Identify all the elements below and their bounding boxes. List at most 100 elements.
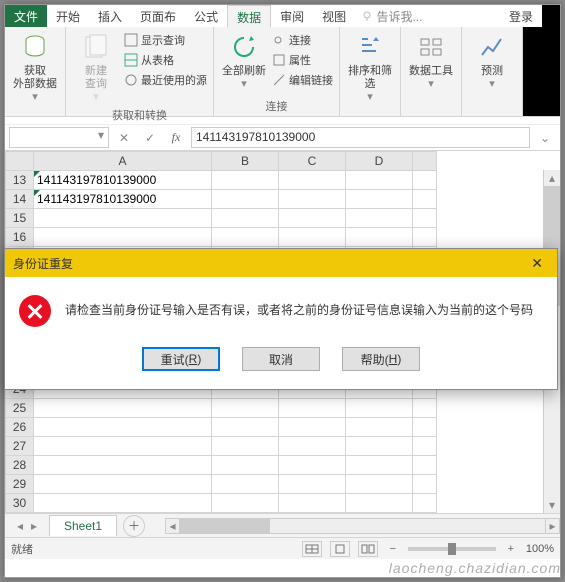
cell[interactable] [346, 209, 413, 228]
cell[interactable] [413, 171, 437, 190]
cell[interactable] [413, 494, 437, 513]
table-row[interactable]: 14141143197810139000 [6, 190, 437, 209]
cell[interactable] [413, 399, 437, 418]
scroll-up-arrow-icon[interactable]: ▴ [544, 170, 560, 186]
dialog-close-button[interactable]: ✕ [525, 255, 549, 272]
table-row[interactable]: 25 [6, 399, 437, 418]
refresh-all-button[interactable]: 全部刷新 ▾ [220, 31, 268, 91]
cell[interactable] [279, 171, 346, 190]
row-header[interactable]: 16 [6, 228, 34, 247]
column-header-partial[interactable] [413, 152, 437, 171]
cell[interactable] [346, 456, 413, 475]
cell[interactable] [279, 399, 346, 418]
cell[interactable] [279, 494, 346, 513]
cell[interactable] [212, 494, 279, 513]
row-header[interactable]: 29 [6, 475, 34, 494]
scroll-right-arrow-icon[interactable]: ▸ [545, 519, 559, 533]
cell[interactable] [34, 209, 212, 228]
cell[interactable] [279, 475, 346, 494]
horizontal-scrollbar[interactable]: ◂ ▸ [165, 518, 560, 534]
column-header-row[interactable]: A B C D [6, 152, 437, 171]
insert-function-button[interactable]: fx [165, 127, 187, 148]
table-row[interactable]: 27 [6, 437, 437, 456]
cell[interactable] [413, 437, 437, 456]
zoom-level[interactable]: 100% [526, 543, 554, 555]
cell[interactable] [34, 494, 212, 513]
from-table-button[interactable]: 从表格 [124, 51, 207, 69]
enter-formula-button[interactable]: ✓ [139, 127, 161, 148]
cell[interactable]: 141143197810139000 [34, 190, 212, 209]
cell[interactable] [212, 171, 279, 190]
table-row[interactable]: 26 [6, 418, 437, 437]
name-box[interactable]: ▾ [9, 127, 109, 148]
scroll-left-arrow-icon[interactable]: ◂ [166, 519, 180, 533]
cell[interactable] [279, 437, 346, 456]
arrow-right-icon[interactable]: ▸ [31, 519, 37, 533]
cell[interactable] [212, 475, 279, 494]
help-button[interactable]: 帮助(H) [342, 347, 420, 371]
edit-links-button[interactable]: 编辑链接 [272, 71, 333, 89]
properties-button[interactable]: 属性 [272, 51, 333, 69]
forecast-button[interactable]: 预测 ▾ [468, 31, 516, 91]
cell[interactable] [413, 456, 437, 475]
arrow-left-icon[interactable]: ◂ [17, 519, 23, 533]
dialog-title-bar[interactable]: 身份证重复 ✕ [5, 249, 557, 277]
new-query-button[interactable]: 新建 查询 ▾ [72, 31, 120, 105]
tab-insert[interactable]: 插入 [89, 5, 131, 27]
cell[interactable] [279, 209, 346, 228]
cell[interactable] [34, 437, 212, 456]
cell[interactable] [212, 228, 279, 247]
cell[interactable] [413, 475, 437, 494]
cancel-formula-button[interactable]: ✕ [113, 127, 135, 148]
cell[interactable]: 141143197810139000 [34, 171, 212, 190]
scrollbar-thumb[interactable] [180, 519, 270, 533]
cell[interactable] [346, 190, 413, 209]
formula-input[interactable]: 141143197810139000 [191, 127, 530, 148]
table-row[interactable]: 13141143197810139000 [6, 171, 437, 190]
cell[interactable] [34, 475, 212, 494]
cell[interactable] [346, 494, 413, 513]
row-header[interactable]: 26 [6, 418, 34, 437]
row-header[interactable]: 30 [6, 494, 34, 513]
tab-home[interactable]: 开始 [47, 5, 89, 27]
cell[interactable] [346, 228, 413, 247]
page-break-view-button[interactable] [358, 541, 378, 557]
cell[interactable] [212, 399, 279, 418]
cell[interactable] [34, 418, 212, 437]
expand-formula-bar-button[interactable]: ⌄ [534, 127, 556, 148]
cell[interactable] [346, 437, 413, 456]
row-header[interactable]: 15 [6, 209, 34, 228]
connections-button[interactable]: 连接 [272, 31, 333, 49]
tab-pagelayout[interactable]: 页面布 [131, 5, 185, 27]
sort-filter-button[interactable]: 排序和筛选 ▾ [346, 31, 394, 105]
column-header[interactable]: C [279, 152, 346, 171]
login-link[interactable]: 登录 [500, 5, 542, 27]
sheet-nav-arrows[interactable]: ◂▸ [5, 519, 49, 533]
row-header[interactable]: 14 [6, 190, 34, 209]
zoom-slider[interactable] [408, 547, 496, 551]
show-queries-button[interactable]: 显示查询 [124, 31, 207, 49]
get-external-data-button[interactable]: 获取 外部数据 ▾ [11, 31, 59, 105]
zoom-slider-thumb[interactable] [448, 543, 456, 555]
cell[interactable] [212, 437, 279, 456]
cell[interactable] [212, 190, 279, 209]
cell[interactable] [413, 209, 437, 228]
column-header[interactable]: D [346, 152, 413, 171]
retry-button[interactable]: 重试(R) [142, 347, 220, 371]
table-row[interactable]: 16 [6, 228, 437, 247]
table-row[interactable]: 30 [6, 494, 437, 513]
cell[interactable] [34, 228, 212, 247]
cell[interactable] [346, 475, 413, 494]
tab-data[interactable]: 数据 [227, 5, 271, 27]
recent-sources-button[interactable]: 最近使用的源 [124, 71, 207, 89]
chevron-down-icon[interactable]: ▾ [98, 128, 104, 142]
cell[interactable] [212, 456, 279, 475]
cell[interactable] [413, 418, 437, 437]
add-sheet-button[interactable]: ＋ [123, 515, 145, 537]
cell[interactable] [279, 418, 346, 437]
tab-view[interactable]: 视图 [313, 5, 355, 27]
tab-review[interactable]: 审阅 [271, 5, 313, 27]
table-row[interactable]: 29 [6, 475, 437, 494]
tab-formulas[interactable]: 公式 [185, 5, 227, 27]
zoom-in-button[interactable]: + [504, 543, 518, 555]
